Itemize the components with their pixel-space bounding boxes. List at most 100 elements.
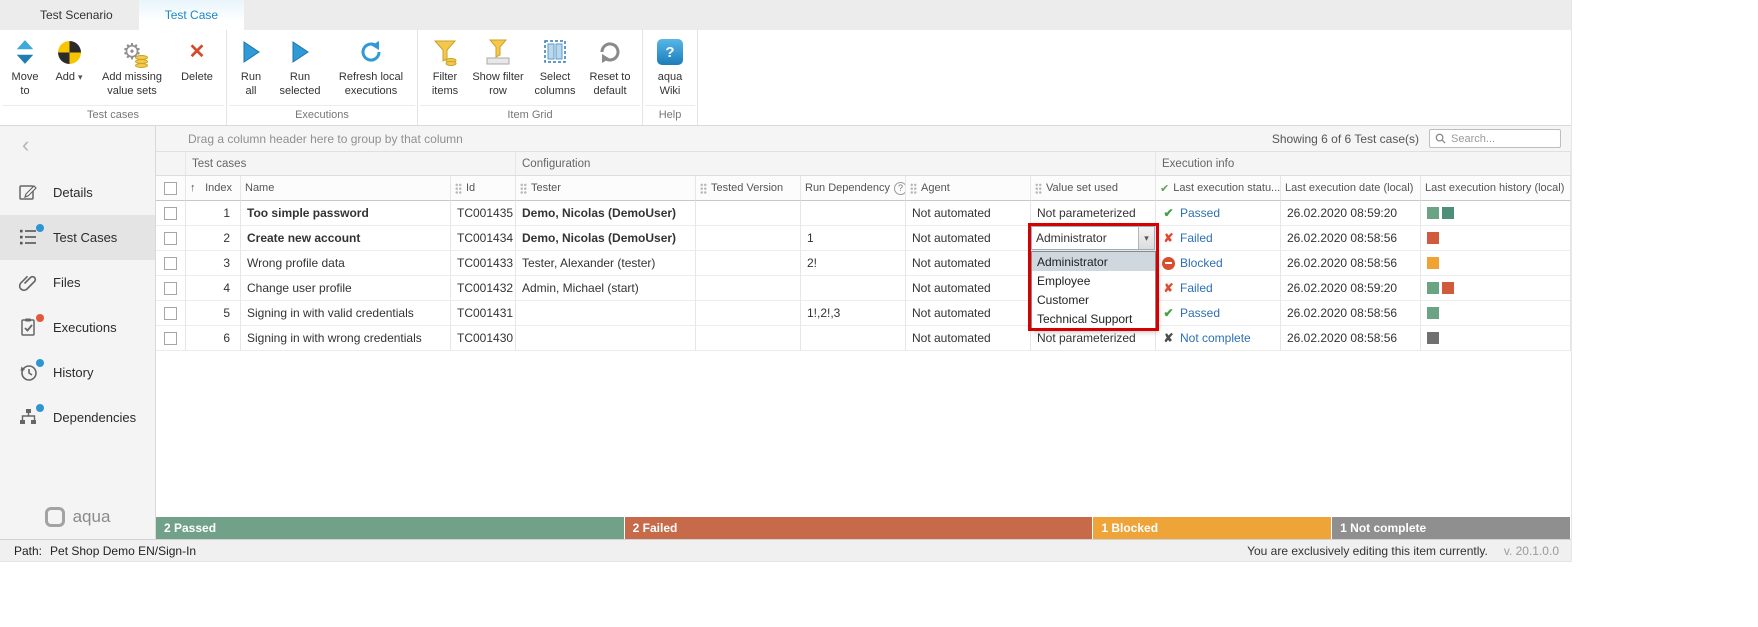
cell-run-dependency[interactable]: 1 xyxy=(801,226,906,251)
column-header-index[interactable]: ↑Index xyxy=(186,176,241,201)
cell-tester[interactable] xyxy=(516,301,696,326)
status-link[interactable]: Failed xyxy=(1180,231,1213,245)
row-checkbox[interactable] xyxy=(156,201,186,226)
cell-tester[interactable]: Tester, Alexander (tester) xyxy=(516,251,696,276)
dropdown-option-employee[interactable]: Employee xyxy=(1032,271,1155,290)
sidebar-item-dependencies[interactable]: Dependencies xyxy=(0,395,155,440)
column-header-tester[interactable]: Tester xyxy=(516,176,696,201)
row-checkbox[interactable] xyxy=(156,276,186,301)
cell-run-dependency[interactable]: 1!,2!,3 xyxy=(801,301,906,326)
cell-tester[interactable] xyxy=(516,326,696,351)
add-icon xyxy=(58,36,81,68)
row-checkbox[interactable] xyxy=(156,326,186,351)
column-header-last-execution-history[interactable]: Last execution history (local) xyxy=(1421,176,1571,201)
cell-index: 3 xyxy=(186,251,241,276)
app-window: Test Scenario Test Case Move to Add▾ ⚙ xyxy=(0,0,1572,562)
filter-coins-icon xyxy=(433,36,457,68)
summary-passed: 2 Passed xyxy=(156,517,624,539)
cell-value-set[interactable]: Not parameterized xyxy=(1031,326,1156,351)
refresh-local-executions-button[interactable]: Refresh local executions xyxy=(329,34,413,105)
cell-run-dependency[interactable] xyxy=(801,201,906,226)
move-to-button[interactable]: Move to xyxy=(4,34,46,105)
show-filter-row-button[interactable]: Show filter row xyxy=(468,34,528,105)
dropdown-option-technical-support[interactable]: Technical Support xyxy=(1032,309,1155,328)
cell-run-dependency[interactable] xyxy=(801,326,906,351)
row-checkbox[interactable] xyxy=(156,226,186,251)
search-input[interactable]: Search... xyxy=(1429,129,1561,148)
column-header-last-execution-status[interactable]: Last execution statu... xyxy=(1156,176,1281,201)
column-header-name[interactable]: Name xyxy=(241,176,451,201)
cell-tested-version[interactable] xyxy=(696,201,801,226)
cell-tester[interactable]: Demo, Nicolas (DemoUser) xyxy=(516,226,696,251)
cell-run-dependency[interactable]: 2! xyxy=(801,251,906,276)
cell-run-dependency[interactable] xyxy=(801,276,906,301)
row-checkbox[interactable] xyxy=(156,251,186,276)
cell-execution-history xyxy=(1421,226,1571,251)
add-button[interactable]: Add▾ xyxy=(46,34,92,105)
table-row[interactable]: 5 Signing in with valid credentials TC00… xyxy=(156,301,1571,326)
sidebar-item-label: Executions xyxy=(53,320,117,335)
collapse-sidebar-button[interactable]: ‹ xyxy=(0,126,155,160)
reset-to-default-button[interactable]: Reset to default xyxy=(582,34,638,105)
cell-tester[interactable]: Admin, Michael (start) xyxy=(516,276,696,301)
add-missing-value-sets-button[interactable]: ⚙ Add missing value sets xyxy=(92,34,172,105)
cell-id-link[interactable]: TC001433 xyxy=(451,251,516,276)
dropdown-option-customer[interactable]: Customer xyxy=(1032,290,1155,309)
table-row[interactable]: 6 Signing in with wrong credentials TC00… xyxy=(156,326,1571,351)
table-row[interactable]: 1 Too simple password TC001435 Demo, Nic… xyxy=(156,201,1571,226)
sidebar-item-details[interactable]: Details xyxy=(0,170,155,215)
status-link[interactable]: Blocked xyxy=(1180,256,1223,270)
table-row[interactable]: 2 Create new account TC001434 Demo, Nico… xyxy=(156,226,1571,251)
column-header-tested-version[interactable]: Tested Version xyxy=(696,176,801,201)
status-link[interactable]: Not complete xyxy=(1180,331,1251,345)
delete-icon: ✕ xyxy=(189,36,206,68)
select-columns-button[interactable]: Select columns xyxy=(528,34,582,105)
cell-id-link[interactable]: TC001432 xyxy=(451,276,516,301)
sidebar-item-executions[interactable]: Executions xyxy=(0,305,155,350)
cell-id-link[interactable]: TC001434 xyxy=(451,226,516,251)
column-header-last-execution-date[interactable]: Last execution date (local) xyxy=(1281,176,1421,201)
select-all-checkbox[interactable] xyxy=(156,176,186,201)
sidebar-item-files[interactable]: Files xyxy=(0,260,155,305)
tab-test-scenario[interactable]: Test Scenario xyxy=(14,0,139,30)
table-row[interactable]: 3 Wrong profile data TC001433 Tester, Al… xyxy=(156,251,1571,276)
cell-tested-version[interactable] xyxy=(696,301,801,326)
table-row[interactable]: 4 Change user profile TC001432 Admin, Mi… xyxy=(156,276,1571,301)
cell-id-link[interactable]: TC001435 xyxy=(451,201,516,226)
value-set-dropdown-list: Administrator Employee Customer Technica… xyxy=(1031,251,1156,329)
status-link[interactable]: Passed xyxy=(1180,206,1220,220)
status-link[interactable]: Failed xyxy=(1180,281,1213,295)
button-label: Select columns xyxy=(531,71,579,99)
cell-id-link[interactable]: TC001431 xyxy=(451,301,516,326)
cell-tested-version[interactable] xyxy=(696,251,801,276)
delete-button[interactable]: ✕ Delete xyxy=(172,34,222,105)
button-label: Refresh local executions xyxy=(332,71,410,99)
cell-tester[interactable]: Demo, Nicolas (DemoUser) xyxy=(516,201,696,226)
run-selected-button[interactable]: Run selected xyxy=(271,34,329,105)
run-all-button[interactable]: Run all xyxy=(231,34,271,105)
cell-tested-version[interactable] xyxy=(696,326,801,351)
aqua-wiki-button[interactable]: ? aqua Wiki xyxy=(647,34,693,105)
cell-id-link[interactable]: TC001430 xyxy=(451,326,516,351)
cell-tested-version[interactable] xyxy=(696,276,801,301)
combobox-dropdown-button[interactable]: ▾ xyxy=(1138,227,1154,249)
dropdown-option-administrator[interactable]: Administrator xyxy=(1032,252,1155,271)
sidebar-item-history[interactable]: History xyxy=(0,350,155,395)
drag-handle-icon xyxy=(455,183,462,194)
cell-index: 5 xyxy=(186,301,241,326)
status-link[interactable]: Passed xyxy=(1180,306,1220,320)
column-header-agent[interactable]: Agent xyxy=(906,176,1031,201)
cell-value-set[interactable]: Not parameterized xyxy=(1031,201,1156,226)
button-label: Delete xyxy=(181,71,213,85)
wiki-question-icon: ? xyxy=(657,39,683,65)
column-header-id[interactable]: Id xyxy=(451,176,516,201)
column-header-value-set-used[interactable]: Value set used xyxy=(1031,176,1156,201)
row-checkbox[interactable] xyxy=(156,301,186,326)
filter-items-button[interactable]: Filter items xyxy=(422,34,468,105)
value-set-combobox[interactable]: Administrator ▾ xyxy=(1031,226,1155,250)
column-header-run-dependency[interactable]: Run Dependency xyxy=(801,176,906,201)
cell-tested-version[interactable] xyxy=(696,226,801,251)
sidebar-item-test-cases[interactable]: Test Cases xyxy=(0,215,155,260)
drag-handle-icon xyxy=(1035,183,1042,194)
tab-test-case[interactable]: Test Case xyxy=(139,0,244,30)
